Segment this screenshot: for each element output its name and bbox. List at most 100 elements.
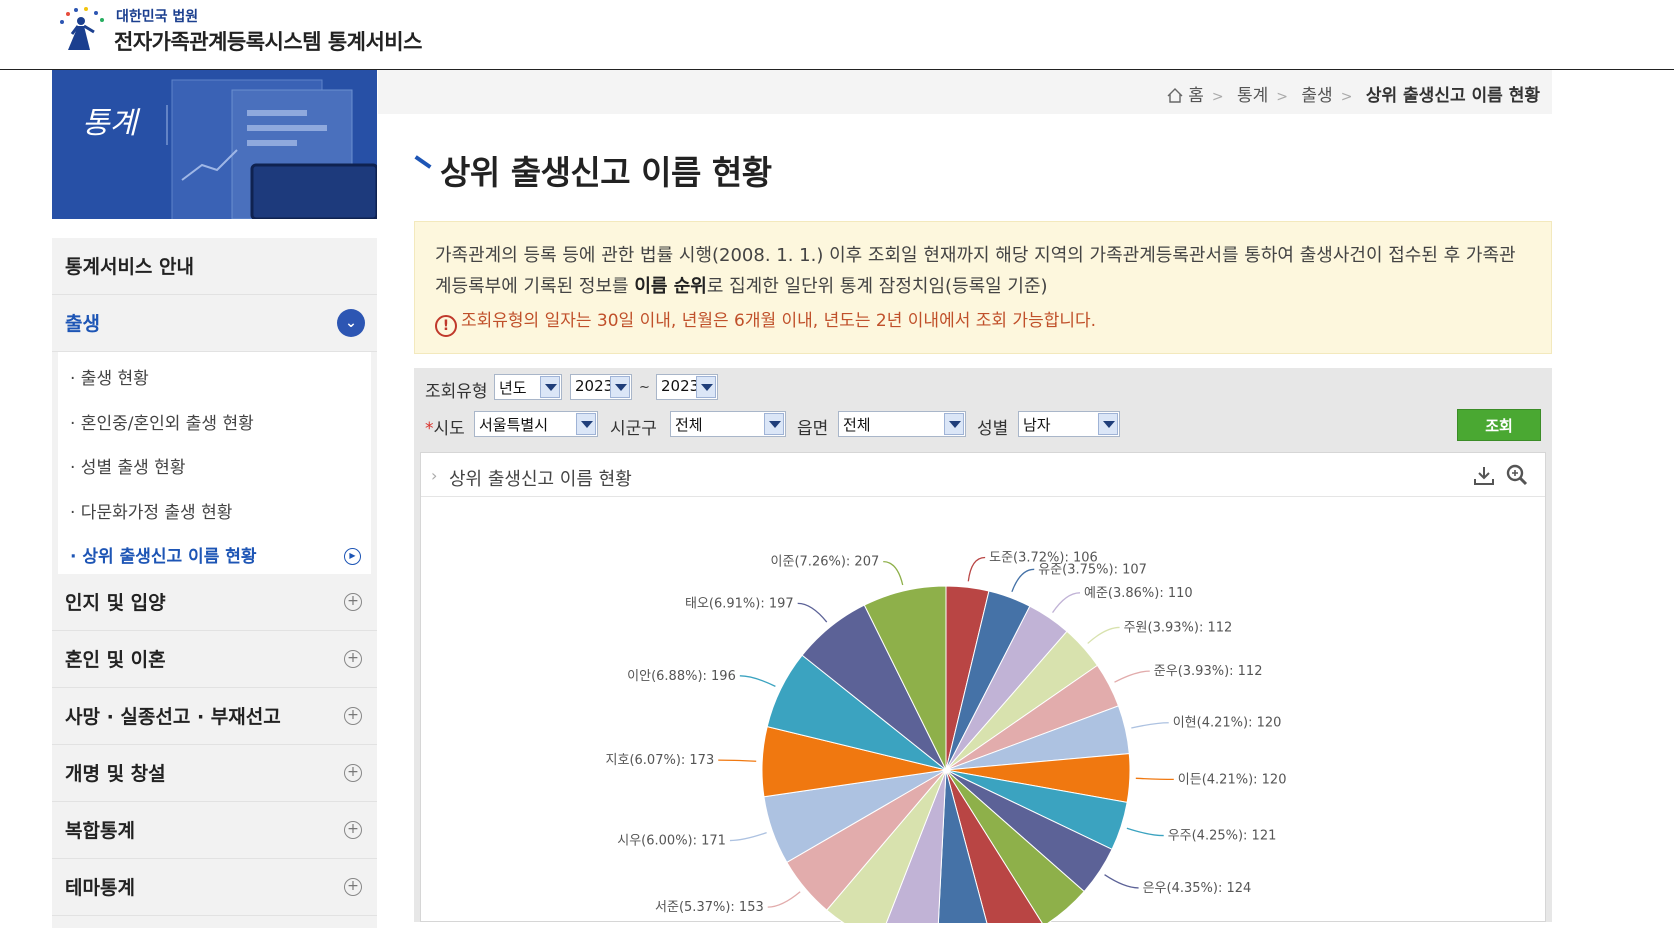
from-year-select[interactable]: 2023 xyxy=(570,374,632,400)
sidebar-item-label: 인지 및 입양 xyxy=(65,592,166,614)
sido-label: *시도 xyxy=(425,414,465,439)
chart-panel-header: › 상위 출생신고 이름 현황 xyxy=(421,453,1545,497)
plus-circle-icon[interactable]: + xyxy=(344,878,362,896)
sidebar-item-acknowledgment-adoption[interactable]: 인지 및 입양 + xyxy=(52,574,377,631)
pie-label-connector xyxy=(1126,827,1164,837)
pie-slice-label: 시우(6.00%): 171 xyxy=(617,834,726,849)
submenu-item-label: · 혼인중/혼인외 출생 현황 xyxy=(70,413,254,434)
chart-panel-body: › 상위 출생신고 이름 현황 도준(3.72%): 106 유준(3.75%):… xyxy=(420,452,1546,923)
query-type-value: 년도 xyxy=(499,379,527,397)
sido-select[interactable]: 서울특별시 xyxy=(474,411,598,437)
to-year-select[interactable]: 2023 xyxy=(656,374,718,400)
pie-slice-label: 주원(3.93%): 112 xyxy=(1124,620,1233,635)
home-icon xyxy=(1167,88,1183,103)
sidebar-item-label: 테마통계 xyxy=(65,877,135,899)
plus-circle-icon[interactable]: + xyxy=(344,650,362,668)
title-accent-mark xyxy=(414,155,432,169)
sidebar-item-death[interactable]: 사망 · 실종선고 · 부재선고 + xyxy=(52,688,377,745)
section-banner: 통계 xyxy=(52,70,377,219)
pie-label-connector xyxy=(739,675,776,687)
pie-label-connector xyxy=(883,560,904,586)
breadcrumb-birth[interactable]: 출생 xyxy=(1301,86,1332,106)
org-name: 대한민국 법원 xyxy=(116,9,199,25)
chevron-down-icon[interactable] xyxy=(944,413,964,435)
site-name[interactable]: 전자가족관계등록시스템 통계서비스 xyxy=(114,26,422,56)
submenu-item-gender-birth[interactable]: · 성별 출생 현황 xyxy=(58,447,371,492)
pie-slice-label: 이준(7.26%): 207 xyxy=(771,555,880,570)
eupmyeon-select[interactable]: 전체 xyxy=(838,411,966,437)
chevron-down-icon[interactable] xyxy=(1098,413,1118,435)
zoom-icon[interactable] xyxy=(1505,463,1529,487)
pie-slice-label: 유준(3.75%): 107 xyxy=(1038,562,1147,577)
breadcrumb-stats[interactable]: 통계 xyxy=(1237,86,1268,106)
pie-label-connector xyxy=(718,759,757,762)
sidebar-item-composite[interactable]: 복합통계 + xyxy=(52,802,377,859)
submenu-item-label: · 출생 현황 xyxy=(70,369,149,389)
pie-chart: 도준(3.72%): 106유준(3.75%): 107예준(3.86%): 1… xyxy=(606,550,1287,923)
sidebar-item-guide[interactable]: 통계서비스 안내 xyxy=(52,238,377,295)
chevron-right-icon: > xyxy=(1211,89,1224,105)
breadcrumb-home[interactable]: 홈 xyxy=(1188,86,1204,106)
sidebar-menu: 통계서비스 안내 출생 ⌄ · 출생 현황 · 혼인중/혼인외 출생 현황 · 성… xyxy=(52,238,377,928)
search-filter-bar: 조회유형 년도 2023 ~ 2023 *시도 서울특별시 시군구 전체 읍면 … xyxy=(414,368,1552,452)
notice-bold-text: 이름 순위 xyxy=(634,276,707,297)
pie-slice-label: 이안(6.88%): 196 xyxy=(627,669,736,684)
submenu-item-birth-status[interactable]: · 출생 현황 xyxy=(58,358,371,403)
plus-circle-icon[interactable]: + xyxy=(344,707,362,725)
chevron-down-icon[interactable]: ⌄ xyxy=(337,309,365,337)
query-type-select[interactable]: 년도 xyxy=(494,374,562,400)
chevron-down-icon[interactable] xyxy=(576,413,596,435)
pie-label-connector xyxy=(1087,626,1120,644)
pie-slice-label: 준우(3.93%): 112 xyxy=(1154,664,1263,679)
chevron-down-icon[interactable] xyxy=(540,376,560,398)
eupmyeon-label: 읍면 xyxy=(797,419,829,439)
site-header: 대한민국 법원 전자가족관계등록시스템 통계서비스 xyxy=(0,0,1674,70)
notice-box: 가족관계의 등록 등에 관한 법률 시행(2008. 1. 1.) 이후 조회일… xyxy=(414,221,1552,354)
pie-label-connector xyxy=(767,891,801,908)
notice-text-part: 로 집계한 일단위 통계 잠정치임(등록일 기준) xyxy=(706,276,1048,297)
gender-select[interactable]: 남자 xyxy=(1018,411,1120,437)
sigungu-select[interactable]: 전체 xyxy=(670,411,786,437)
chevron-down-icon[interactable] xyxy=(696,376,716,398)
eupmyeon-value: 전체 xyxy=(843,416,871,434)
sidebar-item-theme[interactable]: 테마통계 + xyxy=(52,859,377,916)
sidebar-item-rename[interactable]: 개명 및 창설 + xyxy=(52,745,377,802)
sidebar-item-label: 통계서비스 안내 xyxy=(65,256,194,278)
submenu-item-multicultural-birth[interactable]: · 다문화가정 출생 현황 xyxy=(58,492,371,537)
pie-slice-label: 서준(5.37%): 153 xyxy=(655,900,764,915)
pie-slice-label: 이든(4.21%): 120 xyxy=(1178,772,1287,787)
sidebar-item-label: 사망 · 실종선고 · 부재선고 xyxy=(65,706,281,728)
submenu-item-label: · 상위 출생신고 이름 현황 xyxy=(70,547,257,567)
plus-circle-icon[interactable]: + xyxy=(344,593,362,611)
court-logo-icon[interactable] xyxy=(54,4,110,54)
gender-label: 성별 xyxy=(977,419,1009,439)
sigungu-value: 전체 xyxy=(675,416,703,434)
sidebar-item-marriage-divorce[interactable]: 혼인 및 이혼 + xyxy=(52,631,377,688)
sido-label-text: 시도 xyxy=(433,419,465,439)
banner-illustration xyxy=(166,79,377,219)
pie-slice-label: 지호(6.07%): 173 xyxy=(606,753,715,768)
chart-panel-title: 상위 출생신고 이름 현황 xyxy=(449,469,632,490)
query-type-label: 조회유형 xyxy=(425,382,488,402)
submenu-item-marital-birth[interactable]: · 혼인중/혼인외 출생 현황 xyxy=(58,403,371,448)
plus-circle-icon[interactable]: + xyxy=(344,821,362,839)
pie-slice-label: 은우(4.35%): 124 xyxy=(1143,881,1252,896)
sidebar-item-label: 혼인 및 이혼 xyxy=(65,649,166,671)
sidebar-item-birth[interactable]: 출생 ⌄ xyxy=(52,295,377,352)
download-icon[interactable] xyxy=(1473,465,1495,487)
notice-text: 가족관계의 등록 등에 관한 법률 시행(2008. 1. 1.) 이후 조회일… xyxy=(435,240,1531,302)
chevron-down-icon[interactable] xyxy=(610,376,630,398)
chevron-down-icon[interactable] xyxy=(764,413,784,435)
search-button[interactable]: 조회 xyxy=(1457,409,1541,441)
sidebar-item-label: 복합통계 xyxy=(65,820,135,842)
gender-value: 남자 xyxy=(1023,416,1051,434)
pie-label-connector xyxy=(797,602,828,623)
required-mark: * xyxy=(425,419,434,439)
warning-message: ! 조회유형의 일자는 30일 이내, 년월은 6개월 이내, 년도는 2년 이내… xyxy=(435,306,1531,337)
pie-label-connector xyxy=(1135,777,1174,781)
pie-label-connector xyxy=(1011,568,1035,593)
play-circle-icon: ▶ xyxy=(344,548,361,565)
warning-icon: ! xyxy=(435,315,457,337)
chart-tools xyxy=(1473,463,1529,492)
plus-circle-icon[interactable]: + xyxy=(344,764,362,782)
